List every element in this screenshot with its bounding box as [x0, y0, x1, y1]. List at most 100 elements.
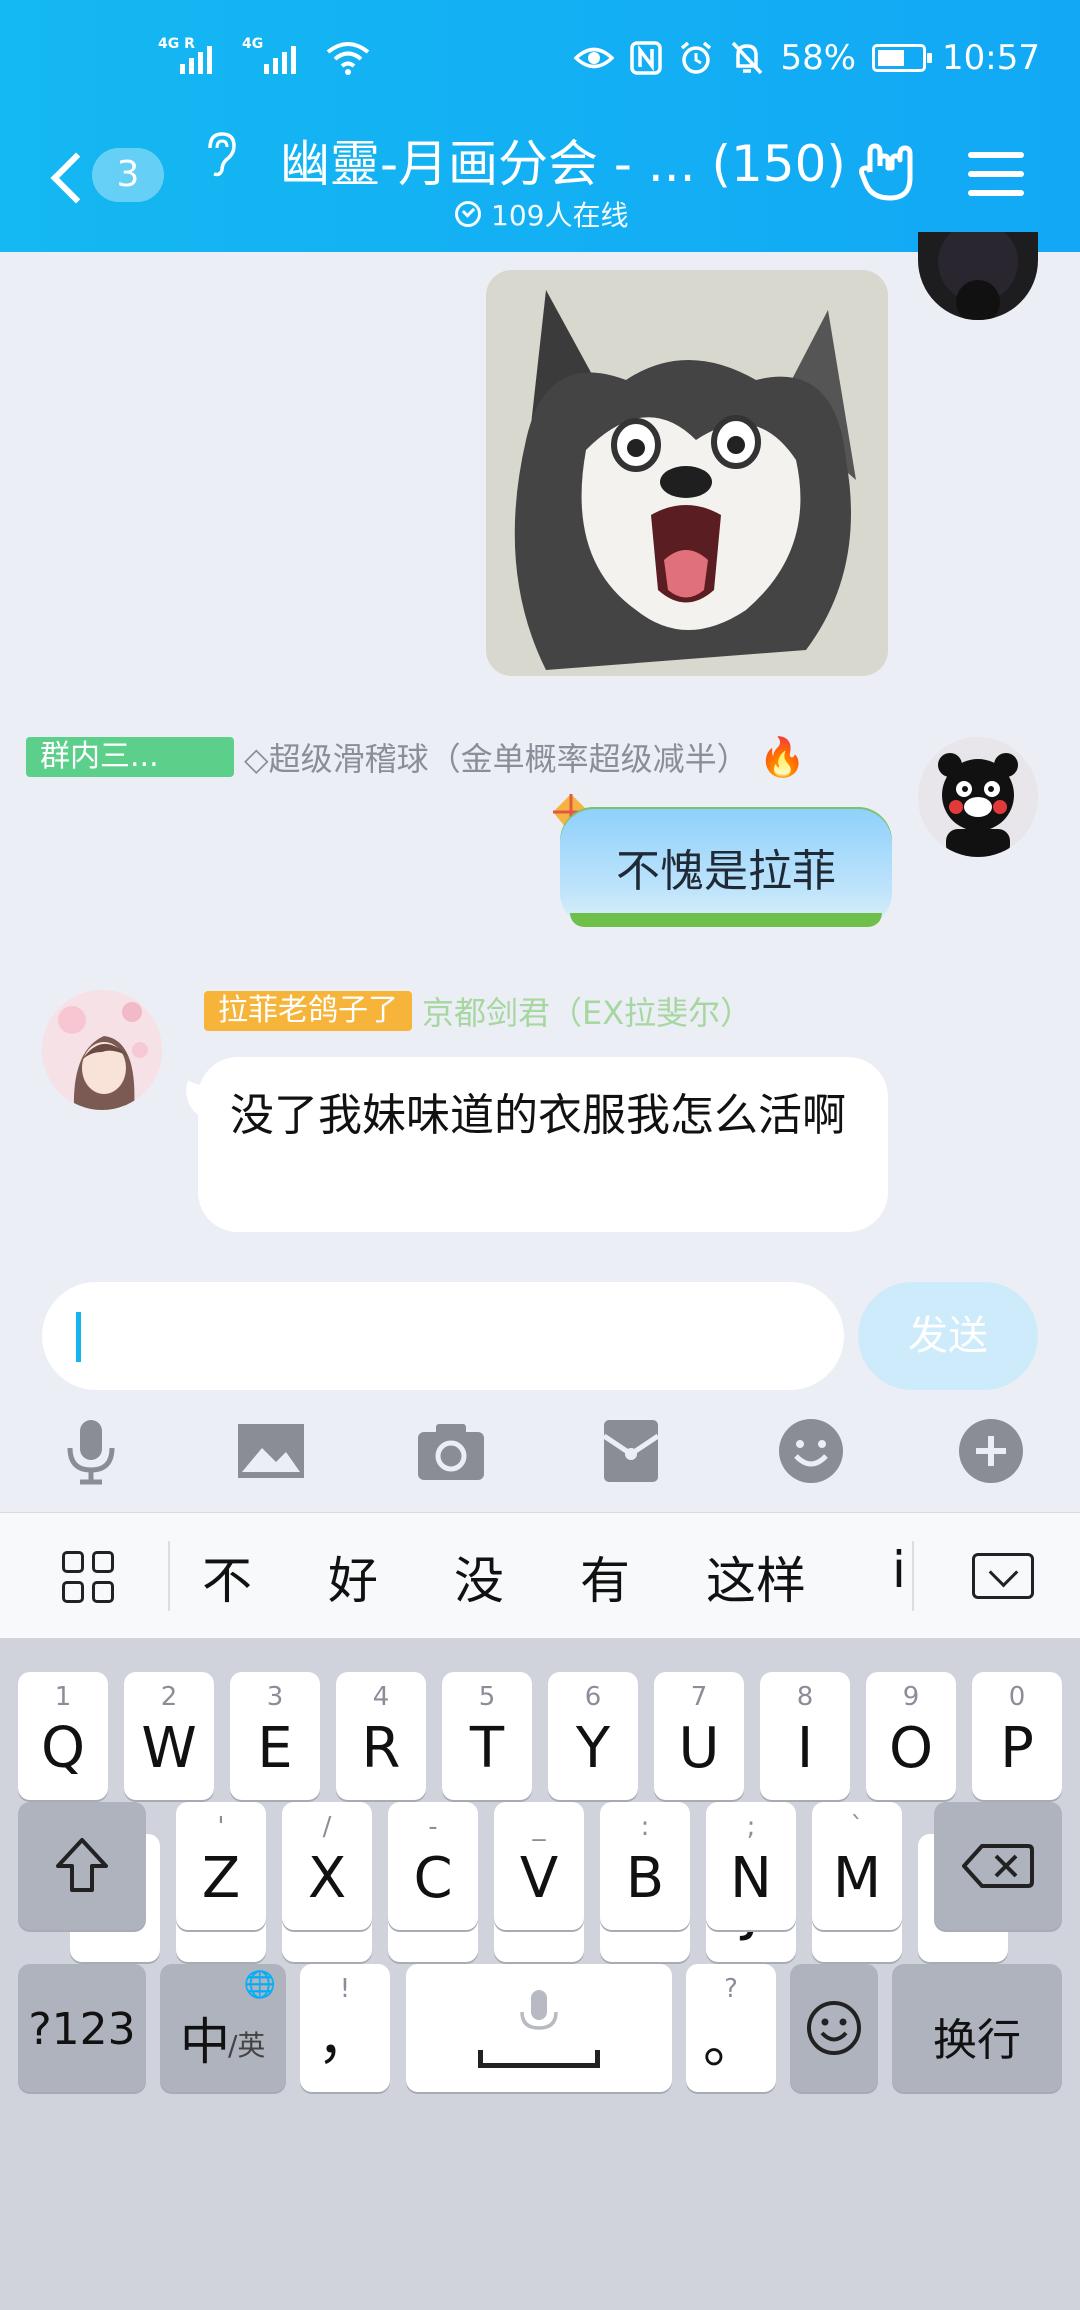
key-m[interactable]: ` M	[812, 1802, 902, 1930]
message-input[interactable]	[42, 1282, 844, 1390]
key-b[interactable]: :B	[600, 1802, 690, 1930]
enter-key[interactable]: 换行	[892, 1964, 1062, 2092]
key-v[interactable]: _ V	[494, 1802, 584, 1930]
send-button[interactable]: 发送	[858, 1282, 1038, 1390]
candidate-word[interactable]: 这样	[706, 1541, 806, 1613]
bubble-decoration	[570, 913, 882, 927]
avatar-sender[interactable]	[42, 990, 162, 1110]
shift-icon	[56, 1838, 108, 1892]
wifi-icon	[326, 42, 370, 75]
online-count[interactable]: 109人在线	[455, 194, 628, 234]
sticker-image[interactable]	[486, 270, 888, 676]
image-icon[interactable]	[236, 1416, 306, 1486]
battery-icon	[872, 44, 933, 72]
sim2-label: 4G	[242, 36, 264, 52]
key-u[interactable]: 7U	[654, 1672, 744, 1800]
chevron-down-icon	[455, 201, 481, 227]
alarm-icon	[681, 41, 712, 74]
space-bar-icon	[478, 2050, 600, 2068]
key-w[interactable]: 2W	[124, 1672, 214, 1800]
mute-icon	[732, 41, 763, 75]
key-sub-label: 0	[1008, 1682, 1026, 1712]
camera-icon[interactable]	[416, 1416, 486, 1486]
text-caret	[76, 1312, 81, 1362]
key-p[interactable]: 0P	[972, 1672, 1062, 1800]
ime-menu-icon[interactable]	[62, 1551, 116, 1605]
message-text: 没了我妹味道的衣服我怎么活啊	[230, 1090, 846, 1141]
keyboard-collapse-icon[interactable]	[972, 1553, 1034, 1599]
candidate-word[interactable]: i	[892, 1541, 912, 1599]
key-c[interactable]: -C	[388, 1802, 478, 1930]
key-sub-label: 1	[54, 1682, 72, 1712]
sender-title-row: 群内三... ◇超级滑稽球（金单概率超级减半） 🔥	[26, 734, 806, 780]
status-bar: 4G R 4G 58% 10:57	[0, 36, 1080, 88]
red-packet-icon[interactable]	[596, 1416, 666, 1486]
chat-header: 4G R 4G 58% 10:57 3 幽靈-月画分会 - ... (150) …	[0, 0, 1080, 252]
period-key-label: 。	[703, 2011, 759, 2076]
key-label: X	[307, 1846, 347, 1911]
key-e[interactable]: 3E	[230, 1672, 320, 1800]
key-x[interactable]: / X	[282, 1802, 372, 1930]
candidate-word[interactable]: 好	[328, 1541, 378, 1613]
language-main-label: 中	[180, 2013, 230, 2071]
back-icon[interactable]	[46, 146, 86, 206]
key-n[interactable]: ; N	[706, 1802, 796, 1930]
key-sub-label: '	[217, 1812, 225, 1842]
menu-icon[interactable]	[968, 152, 1024, 200]
unread-count-badge[interactable]: 3	[92, 148, 164, 202]
key-y[interactable]: 6Y	[548, 1672, 638, 1800]
eye-icon	[574, 47, 615, 69]
symbols-key-label: ?123	[28, 2004, 136, 2055]
clock: 10:57	[942, 38, 1040, 78]
message-list[interactable]: 群内三... ◇超级滑稽球（金单概率超级减半） 🔥 不愧是拉菲 拉菲老鸽子了 京…	[0, 232, 1080, 1512]
key-t[interactable]: 5T	[442, 1672, 532, 1800]
key-q[interactable]: 1Q	[18, 1672, 108, 1800]
key-sub-label: -	[428, 1812, 438, 1842]
message-bubble-self[interactable]: 不愧是拉菲	[560, 807, 892, 927]
message-bubble-other[interactable]: 没了我妹味道的衣服我怎么活啊	[198, 1057, 888, 1232]
gesture-hand-icon[interactable]	[858, 142, 918, 204]
key-i[interactable]: 8I	[760, 1672, 850, 1800]
globe-icon: 🌐	[243, 1970, 276, 2000]
space-key[interactable]	[406, 1964, 672, 2092]
plus-icon[interactable]	[956, 1416, 1026, 1486]
key-sub-label: :	[640, 1812, 650, 1842]
key-label: V	[519, 1846, 559, 1911]
language-toggle-key[interactable]: 🌐 中 /英	[160, 1964, 286, 2092]
key-sub-label: 7	[690, 1682, 708, 1712]
key-sub-label: _	[532, 1812, 546, 1842]
symbols-key[interactable]: ?123	[18, 1964, 146, 2092]
group-title[interactable]: 幽靈-月画分会 - ... (150)	[280, 124, 846, 196]
key-sub-label: 2	[160, 1682, 178, 1712]
key-label: T	[469, 1716, 505, 1781]
key-sub-label: `	[850, 1812, 864, 1842]
key-sub-label: 4	[372, 1682, 390, 1712]
nfc-icon	[630, 41, 663, 75]
key-z[interactable]: ' Z	[176, 1802, 266, 1930]
avatar-self-partial[interactable]	[918, 232, 1038, 320]
message-text: 不愧是拉菲	[616, 846, 836, 897]
divider	[912, 1541, 914, 1611]
key-sub-label: ;	[746, 1812, 756, 1842]
avatar-self[interactable]	[918, 737, 1038, 857]
shift-key[interactable]	[18, 1802, 146, 1930]
comma-key[interactable]: ! ，	[300, 1964, 390, 2092]
key-o[interactable]: 9O	[866, 1672, 956, 1800]
language-sub-label: /英	[228, 2029, 266, 2062]
emoji-key[interactable]	[790, 1964, 878, 2092]
ear-mode-icon[interactable]	[202, 130, 238, 178]
key-r[interactable]: 4R	[336, 1672, 426, 1800]
signal-sim1-icon: 4G R	[158, 36, 228, 78]
mic-icon[interactable]	[56, 1416, 126, 1486]
enter-key-label: 换行	[933, 2015, 1021, 2066]
emoji-icon[interactable]	[776, 1416, 846, 1486]
candidate-word[interactable]: 有	[580, 1541, 630, 1613]
candidate-word[interactable]: 没	[454, 1541, 504, 1613]
key-sub-label: 9	[902, 1682, 920, 1712]
sender-name-row: 拉菲老鸽子了 京都剑君（EX拉斐尔）	[204, 988, 752, 1034]
group-rank-badge: 拉菲老鸽子了	[204, 991, 412, 1031]
candidate-word[interactable]: 不	[202, 1541, 252, 1613]
backspace-key[interactable]	[934, 1802, 1062, 1930]
sender-name[interactable]: 京都剑君（EX拉斐尔）	[422, 988, 752, 1034]
period-key[interactable]: ? 。	[686, 1964, 776, 2092]
